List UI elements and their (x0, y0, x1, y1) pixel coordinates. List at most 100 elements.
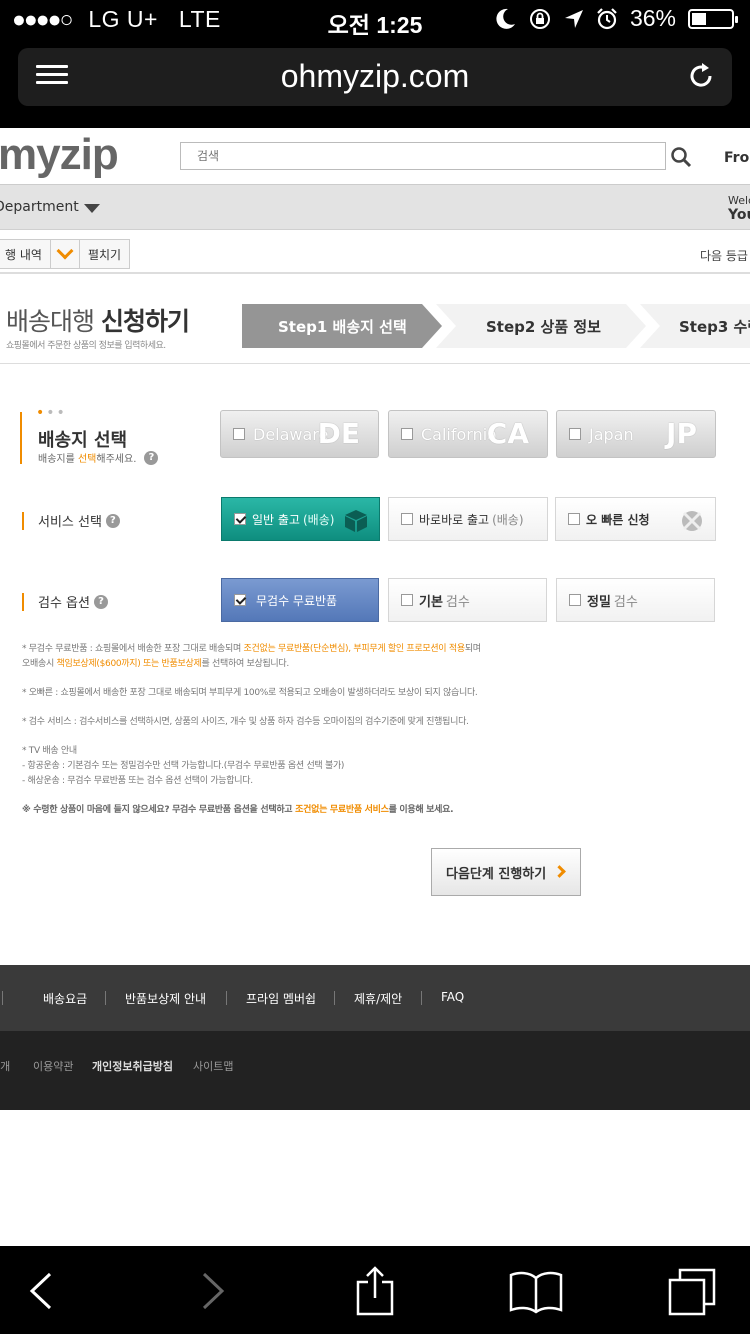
note-tv-title: * TV 배송 안내 (22, 746, 77, 756)
note-highlight: 조건없는 무료반품(단순변심), 부피무게 할인 프로모션이 적용 (243, 644, 466, 654)
box-icon (345, 510, 367, 532)
service-option-fast[interactable]: 오 빠른 신청 (555, 497, 716, 541)
inspection-option-sub: 검수 (613, 594, 638, 610)
back-arrow-icon[interactable] (18, 1266, 68, 1316)
note-highlight: 책임보상제($600까지) 또는 반품보상제 (56, 659, 202, 669)
divider (334, 991, 335, 1005)
checkbox-icon[interactable] (401, 513, 413, 525)
share-icon[interactable] (350, 1266, 400, 1316)
destination-code: JP (666, 417, 697, 450)
checkbox-icon[interactable] (568, 513, 580, 525)
footer-nav-item[interactable]: 반품보상제 안내 (125, 990, 206, 1007)
checkbox-icon[interactable] (569, 594, 581, 606)
help-icon[interactable]: ? (144, 450, 159, 465)
address-bar[interactable]: ohmyzip.com (18, 48, 732, 106)
inspection-label: 검수 옵션 (38, 596, 90, 611)
divider (421, 991, 422, 1005)
note-text: 를 이용해 보세요. (388, 805, 454, 815)
history-expand-arrow[interactable] (51, 240, 80, 268)
sub-bar: 행 내역 펼치기 다음 등급 (0, 230, 750, 274)
note-promo: ※ 수령한 상품이 마음에 들지 않으세요? 무검수 무료반품 옵션을 선택하고… (22, 803, 742, 818)
footer-nav-item[interactable]: FAQ (441, 990, 464, 1004)
checkbox-icon[interactable] (401, 594, 413, 606)
note-tv-line: - 항공운송 : 기본검수 또는 정밀검수만 선택 가능합니다.(무검수 무료반… (22, 761, 345, 771)
page-title: 배송대행 신청하기 (6, 302, 190, 338)
reload-icon[interactable] (686, 61, 716, 91)
note-text: * 무검수 무료반품 : 쇼핑몰에서 배송한 포장 그대로 배송되며 (22, 644, 244, 654)
footer-link[interactable]: 소개 (0, 1058, 10, 1074)
section-accent-bar (22, 511, 24, 530)
history-toggle: 행 내역 펼치기 (0, 239, 131, 269)
checkbox-icon[interactable] (569, 428, 581, 440)
note-free-return: * 무검수 무료반품 : 쇼핑몰에서 배송한 포장 그대로 배송되며 조건없는 … (22, 642, 742, 672)
service-option-label: 일반 출고 (252, 512, 300, 527)
site-logo[interactable]: myzip (0, 130, 119, 180)
welcome-line-1: Welc (728, 194, 750, 207)
status-icons: 36% (496, 5, 738, 32)
department-label[interactable]: Department (0, 199, 79, 215)
service-option-label: 바로바로 출고 (419, 512, 490, 527)
note-text: ※ 수령한 상품이 마음에 들지 않으세요? 무검수 무료반품 옵션을 선택하고 (22, 805, 296, 815)
destination-japan[interactable]: Japan JP (556, 410, 716, 458)
battery-percent: 36% (629, 5, 676, 31)
department-bar: Department Welc You (0, 184, 750, 230)
next-grade-text: 다음 등급 (700, 249, 748, 263)
help-icon[interactable]: ? (105, 513, 120, 528)
satellite-icon (682, 511, 702, 531)
inspection-option-detailed[interactable]: 정밀 검수 (556, 578, 715, 622)
service-option-sub: (배송) (492, 512, 524, 527)
expand-button[interactable]: 펼치기 (80, 240, 129, 268)
battery-fill (692, 12, 706, 25)
service-option-quick[interactable]: 바로바로 출고 (배송) (388, 497, 548, 541)
site-header: myzip Fro (0, 128, 750, 184)
checkbox-icon[interactable] (233, 428, 245, 440)
history-label[interactable]: 행 내역 (0, 240, 51, 268)
alarm-icon (597, 7, 617, 29)
destination-code: CA (486, 417, 529, 450)
rotation-lock-icon (529, 8, 550, 29)
tabs-icon[interactable] (666, 1266, 716, 1316)
step-1: Step1 배송지 선택 (242, 304, 442, 348)
footer-nav-item[interactable]: 배송요금 (43, 990, 87, 1007)
chevron-down-icon[interactable] (84, 204, 100, 213)
inspection-option-free-return[interactable]: 무검수 무료반품 (221, 578, 379, 622)
destination-california[interactable]: California CA (388, 410, 548, 458)
forward-arrow-icon[interactable] (186, 1266, 236, 1316)
help-icon[interactable]: ? (93, 594, 108, 609)
destination-sub-text: 배송지를 선택해주세요. (38, 450, 136, 465)
checkbox-icon[interactable] (401, 428, 413, 440)
checkbox-checked-icon[interactable] (234, 594, 246, 606)
service-option-normal[interactable]: 일반 출고 (배송) (221, 497, 380, 541)
service-label: 서비스 선택 (38, 515, 102, 530)
destination-delaware[interactable]: Delaware DE (220, 410, 379, 458)
inspection-option-basic[interactable]: 기본 검수 (388, 578, 547, 622)
search-input[interactable] (180, 142, 666, 170)
header-right-link[interactable]: Fro (724, 150, 749, 166)
footer-link[interactable]: 사이트맵 (193, 1058, 233, 1074)
browser-chrome: ohmyzip.com (0, 40, 750, 128)
search-icon[interactable] (670, 146, 692, 168)
destination-code: DE (317, 417, 360, 450)
step-header: 배송대행 신청하기 쇼핑몰에서 주문한 상품의 정보를 입력하세요. Step1… (0, 276, 750, 364)
notes: * 무검수 무료반품 : 쇼핑몰에서 배송한 포장 그대로 배송되며 조건없는 … (22, 642, 742, 832)
checkbox-checked-icon[interactable] (234, 513, 246, 525)
url-text[interactable]: ohmyzip.com (18, 58, 732, 95)
note-tv: * TV 배송 안내 - 항공운송 : 기본검수 또는 정밀검수만 선택 가능합… (22, 744, 742, 789)
page-description: 쇼핑몰에서 주문한 상품의 정보를 입력하세요. (6, 341, 166, 351)
note-tv-line: - 해상운송 : 무검수 무료반품 또는 검수 옵션 선택이 가능합니다. (22, 776, 253, 786)
footer-link[interactable]: 개인정보취급방침 (92, 1058, 173, 1074)
footer-nav-item[interactable]: 제휴/제안 (354, 990, 402, 1007)
inspection-section-label: 검수 옵션 ? (22, 592, 108, 611)
footer-links: 소개 이용약관 개인정보취급방침 사이트맵 (0, 1031, 750, 1110)
service-option-sub: (배송) (302, 512, 335, 527)
destination-name: Japan (589, 424, 634, 444)
chevron-down-icon (56, 242, 74, 260)
footer-nav-item[interactable]: 프라임 멤버쉽 (246, 990, 316, 1007)
inspection-option-label: 기본 (419, 594, 443, 610)
inspection-option-label: 정밀 (587, 594, 611, 610)
page-title-bold: 신청하기 (100, 307, 190, 336)
footer-link[interactable]: 이용약관 (33, 1058, 73, 1074)
next-step-button[interactable]: 다음단계 진행하기 (431, 848, 581, 896)
bookmarks-icon[interactable] (509, 1266, 563, 1316)
divider (226, 991, 227, 1005)
